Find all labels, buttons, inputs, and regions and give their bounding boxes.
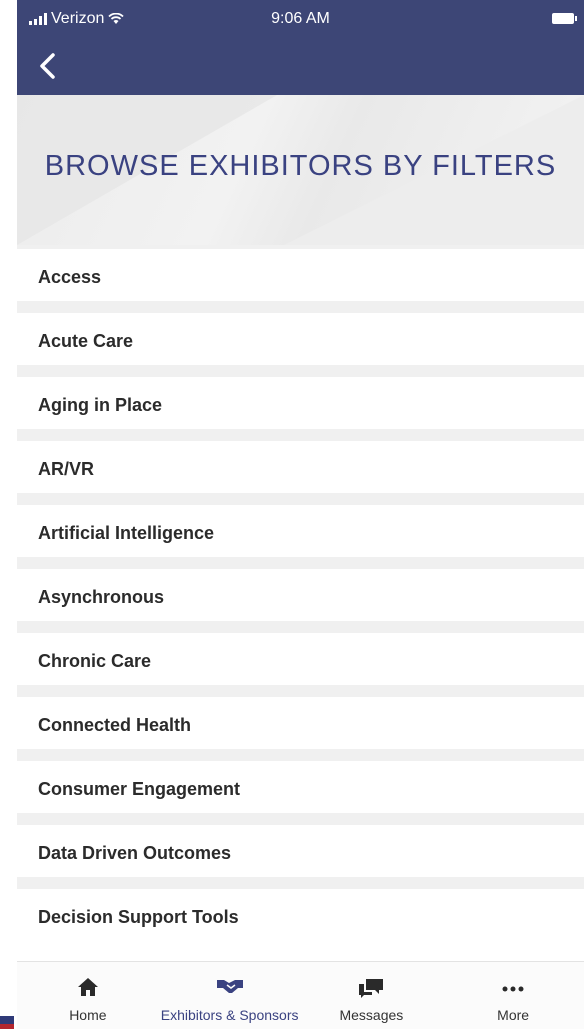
battery-icon — [552, 13, 577, 24]
filter-item-connected-health[interactable]: Connected Health — [17, 685, 584, 749]
tab-messages[interactable]: Messages — [301, 962, 443, 1029]
tab-more[interactable]: More — [442, 962, 584, 1029]
status-time: 9:06 AM — [271, 10, 330, 27]
filter-item-consumer-engagement[interactable]: Consumer Engagement — [17, 749, 584, 813]
page-title: BROWSE EXHIBITORS BY FILTERS — [44, 150, 557, 182]
filter-item-acute-care[interactable]: Acute Care — [17, 301, 584, 365]
tab-more-label: More — [497, 1007, 530, 1023]
more-dots-icon — [502, 986, 524, 992]
flag-fragment — [0, 1016, 14, 1029]
navigation-bar: Verizon 9:06 AM — [17, 0, 584, 95]
back-chevron-icon[interactable] — [35, 50, 65, 82]
filter-item-aging-in-place[interactable]: Aging in Place — [17, 365, 584, 429]
tab-exhibitors-sponsors[interactable]: Exhibitors & Sponsors — [159, 962, 301, 1029]
filter-item-artificial-intelligence[interactable]: Artificial Intelligence — [17, 493, 584, 557]
header-banner: BROWSE EXHIBITORS BY FILTERS — [17, 95, 584, 245]
left-edge-strip — [0, 0, 17, 1029]
tab-exhibitors-sponsors-label: Exhibitors & Sponsors — [160, 1007, 299, 1023]
filter-item-chronic-care[interactable]: Chronic Care — [17, 621, 584, 685]
tab-home-label: Home — [69, 1007, 107, 1023]
tab-home[interactable]: Home — [17, 962, 159, 1029]
filter-item-asynchronous[interactable]: Asynchronous — [17, 557, 584, 621]
phone-screen: Verizon 9:06 AM BROWSE EXHIBITORS BY FIL… — [17, 0, 584, 1029]
filter-item-ar-vr[interactable]: AR/VR — [17, 429, 584, 493]
filter-item-access[interactable]: Access — [17, 245, 584, 301]
home-icon — [77, 978, 98, 996]
tab-messages-label: Messages — [339, 1007, 404, 1023]
bottom-tab-bar: Home Exhibitors & Sponsors Messages More — [17, 961, 584, 1029]
filter-item-data-driven-outcomes[interactable]: Data Driven Outcomes — [17, 813, 584, 877]
handshake-icon — [216, 980, 243, 993]
chat-bubbles-icon — [359, 979, 384, 998]
status-bar: Verizon 9:06 AM — [17, 10, 584, 32]
filter-list: Access Acute Care Aging in Place AR/VR A… — [17, 245, 584, 941]
filter-item-decision-support-tools[interactable]: Decision Support Tools — [17, 877, 584, 941]
